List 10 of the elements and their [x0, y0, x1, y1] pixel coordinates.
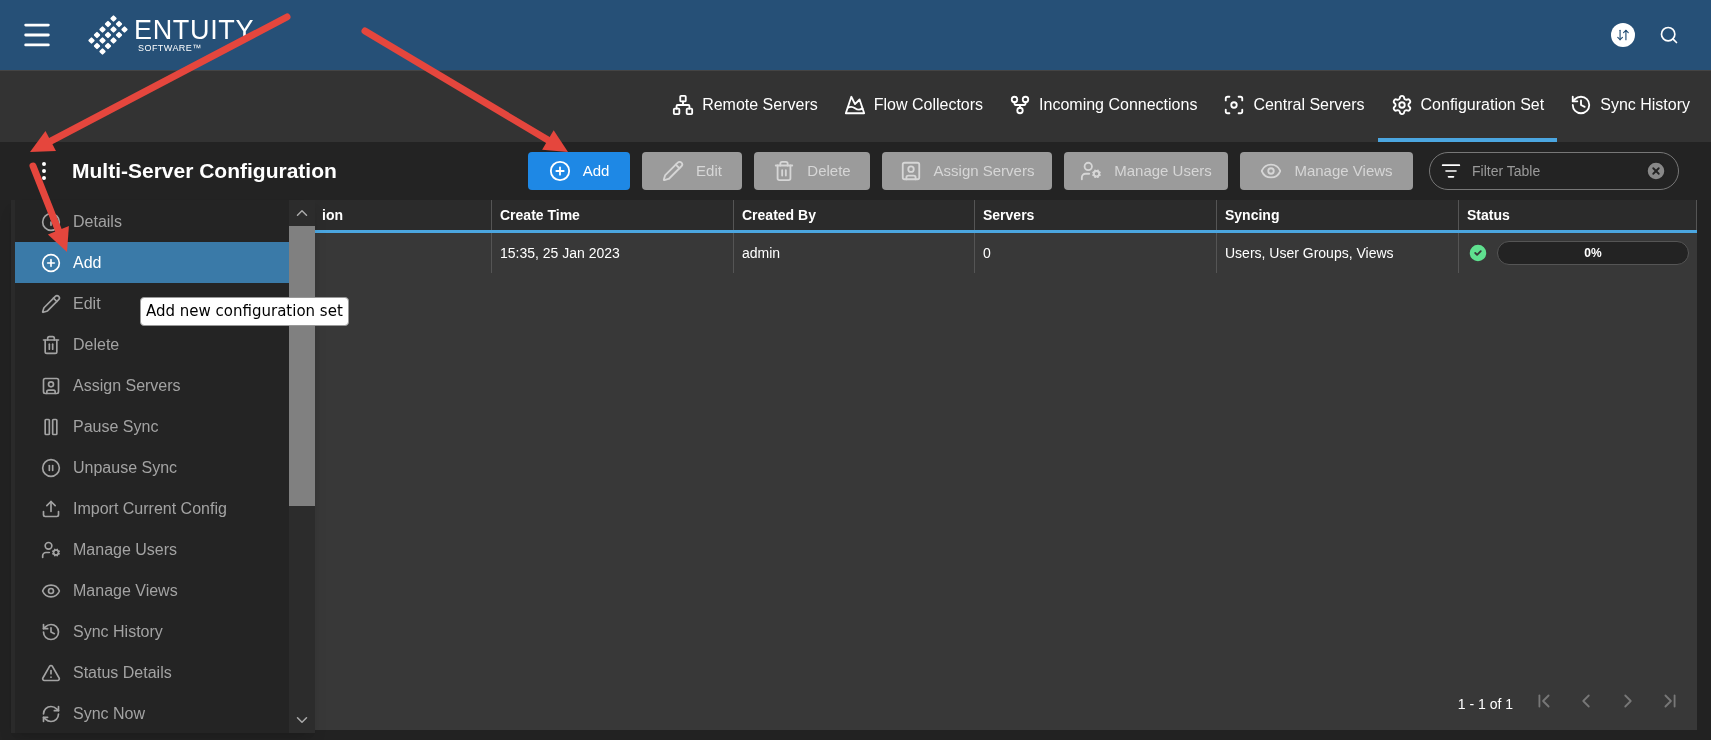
table-cell: 15:35, 25 Jan 2023 [492, 233, 734, 273]
pagination-range: 1 - 1 of 1 [1457, 694, 1513, 714]
page-title: Multi-Server Configuration [72, 158, 337, 185]
tooltip: Add new configuration set [140, 297, 349, 326]
table-cell: admin [734, 233, 975, 273]
table-cell: 0 [975, 233, 1217, 273]
logo-tagline: SOFTWARE™ [138, 44, 203, 53]
table-cell: Users, User Groups, Views [1217, 233, 1459, 273]
logo-name: ENTUITY [134, 17, 255, 44]
progress-value: 0% [1584, 245, 1602, 262]
